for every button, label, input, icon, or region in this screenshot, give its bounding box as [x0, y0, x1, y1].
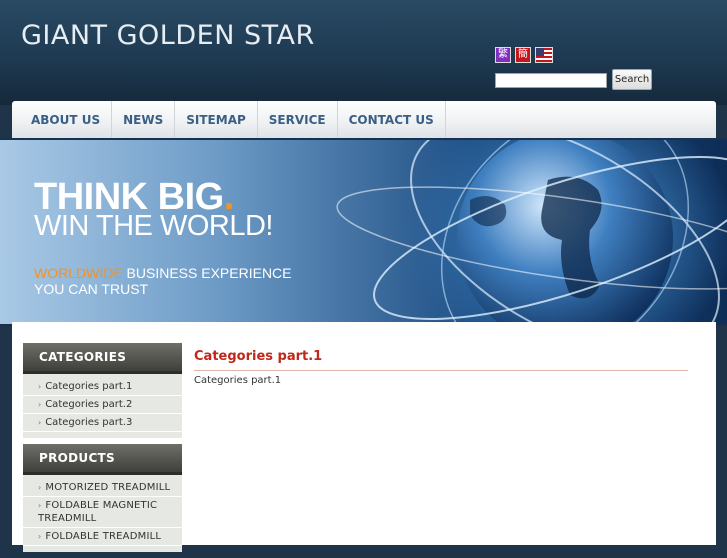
main-nav: ABOUT US NEWS SITEMAP SERVICE CONTACT US: [12, 101, 716, 138]
sidebar-item-foldable-magnetic-treadmill[interactable]: › FOLDABLE MAGNETIC TREADMILL: [23, 497, 182, 528]
site-header: GIANT GOLDEN STAR 繁 簡 Search: [0, 0, 727, 105]
products-header: PRODUCTS: [23, 444, 182, 475]
categories-list: › Categories part.1 › Categories part.2 › C…: [23, 374, 182, 438]
banner-tagline-line2: YOU CAN TRUST: [34, 281, 149, 297]
bullet-icon: ›: [38, 501, 42, 510]
page-body-text: Categories part.1: [194, 375, 282, 386]
banner-tagline-highlight: WORLDWIDE: [34, 265, 123, 281]
sidebar-item-categories-part-2[interactable]: › Categories part.2: [23, 396, 182, 414]
sidebar-item-motorized-treadmill[interactable]: › MOTORIZED TREADMILL: [23, 479, 182, 497]
banner-tagline: WORLDWIDE BUSINESS EXPERIENCE: [34, 266, 292, 280]
nav-list: ABOUT US NEWS SITEMAP SERVICE CONTACT US: [12, 101, 716, 138]
bullet-icon: ›: [38, 532, 42, 541]
nav-item-contact-us[interactable]: CONTACT US: [338, 101, 446, 138]
search-input[interactable]: [495, 73, 607, 88]
products-list: › MOTORIZED TREADMILL › FOLDABLE MAGNETIC …: [23, 475, 182, 552]
sidebar-item-categories-part-3[interactable]: › Categories part.3: [23, 414, 182, 432]
sidebar-item-foldable-treadmill[interactable]: › FOLDABLE TREADMILL: [23, 528, 182, 546]
banner-subtitle: WIN THE WORLD!: [34, 210, 273, 242]
nav-item-sitemap[interactable]: SITEMAP: [175, 101, 258, 138]
sidebar-item-categories-part-1[interactable]: › Categories part.1: [23, 378, 182, 396]
search-button[interactable]: Search: [612, 69, 652, 90]
site-title[interactable]: GIANT GOLDEN STAR: [21, 20, 315, 51]
hero-banner: THINK BIG. WIN THE WORLD! WORLDWIDE BUSI…: [0, 138, 727, 326]
banner-tagline-rest: BUSINESS EXPERIENCE: [122, 265, 292, 281]
simplified-chinese-flag-icon[interactable]: 簡: [515, 47, 531, 63]
language-selector: 繁 簡: [495, 47, 553, 63]
page-title: Categories part.1: [194, 349, 688, 371]
content-area: CATEGORIES › Categories part.1 › Categorie…: [12, 322, 716, 552]
bullet-icon: ›: [38, 382, 42, 391]
bullet-icon: ›: [38, 400, 42, 409]
nav-item-news[interactable]: NEWS: [112, 101, 176, 138]
nav-item-service[interactable]: SERVICE: [258, 101, 338, 138]
categories-header: CATEGORIES: [23, 343, 182, 374]
nav-item-about-us[interactable]: ABOUT US: [20, 101, 113, 138]
bullet-icon: ›: [38, 418, 42, 427]
bullet-icon: ›: [38, 483, 42, 492]
traditional-chinese-flag-icon[interactable]: 繁: [495, 47, 511, 63]
sidebar: CATEGORIES › Categories part.1 › Categorie…: [23, 343, 182, 558]
us-flag-icon[interactable]: [535, 47, 553, 63]
